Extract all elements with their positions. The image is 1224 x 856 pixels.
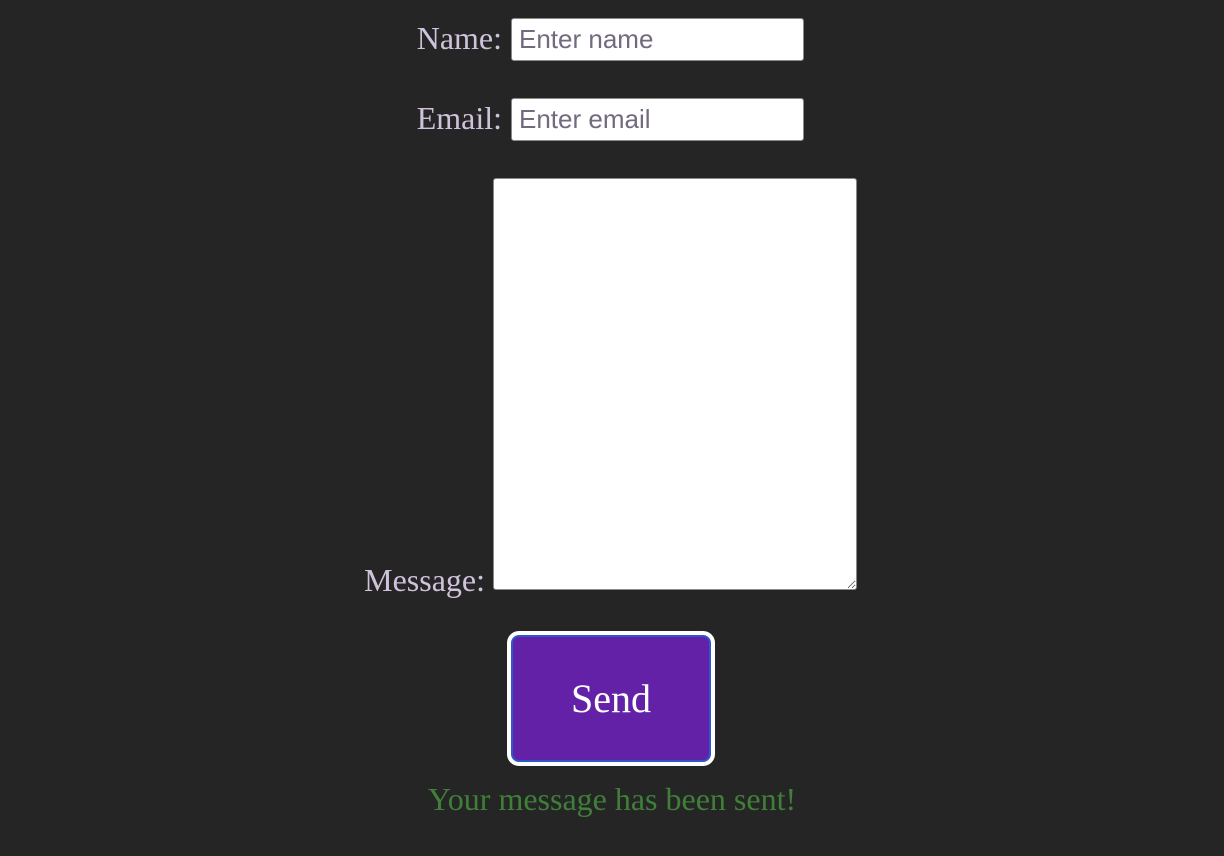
email-input[interactable] [511, 98, 804, 141]
name-label: Name: [416, 20, 502, 56]
name-input[interactable] [511, 18, 804, 61]
message-textarea[interactable] [493, 178, 857, 590]
status-message: Your message has been sent! [427, 781, 797, 817]
send-button[interactable]: Send [507, 631, 715, 766]
message-label: Message: [364, 562, 485, 598]
email-label: Email: [416, 100, 502, 136]
